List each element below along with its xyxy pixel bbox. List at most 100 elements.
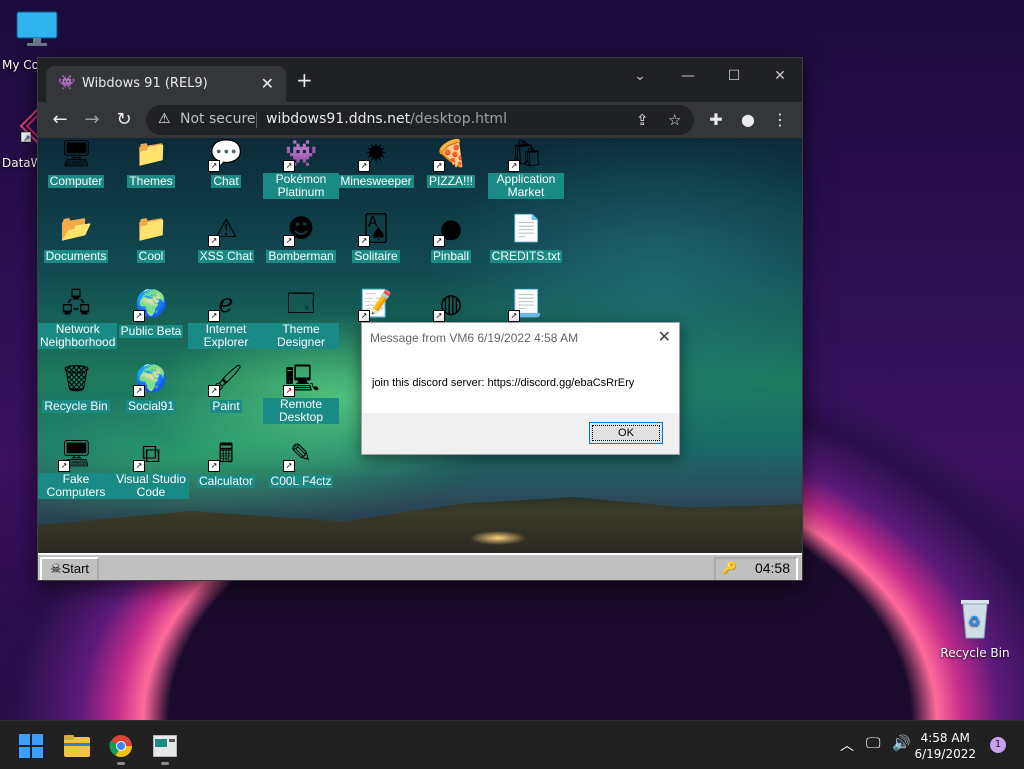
desktop-icon[interactable]: 🖧 Network Neighborhood [38,288,118,350]
shortcut-arrow-icon: ↗ [283,385,295,397]
notification-badge[interactable]: 1 [990,737,1006,753]
shortcut-arrow-icon: ↗ [133,310,145,322]
warning-triangle-icon[interactable]: ⚠ [158,111,171,127]
shortcut-arrow-icon: ↗ [133,460,145,472]
forward-icon[interactable]: → [80,108,104,132]
folder-icon: 📁 [135,139,168,169]
desktop-icon[interactable]: 🌍 ↗ Public Beta [113,288,189,339]
desktop-icon[interactable]: ✹ ↗ Minesweeper [338,138,414,189]
desktop-icon-label: Pinball [430,249,472,263]
paint-icon: 🖌 ↗ [208,364,244,397]
shortcut-arrow-icon: ↗ [433,310,445,322]
ok-button[interactable]: OK [589,422,663,444]
close-window-icon[interactable]: ✕ [760,62,800,90]
recycle-bin-icon: ♻ [961,600,989,639]
desktop-icon-label: Public Beta [118,324,184,338]
desktop-icon[interactable]: 🛍 ↗ Application Market [488,138,564,200]
shortcut-arrow-icon: ↗ [433,160,445,172]
chrome-icon[interactable] [104,729,138,765]
security-status[interactable]: Not secure [180,111,256,127]
desktop-icon[interactable]: 🌍 ↗ Social91 [113,363,189,414]
desktop-icon[interactable]: ℯ ↗ Internet Explorer [188,288,264,350]
desktop-icon[interactable]: 👾 ↗ Pokémon Platinum [263,138,339,200]
text-file-icon: 📄 [510,214,543,244]
desktop-icon[interactable]: ⚠ ↗ XSS Chat [188,213,264,264]
desktop-icon-label: Recycle Bin [42,399,110,413]
url-text[interactable]: wibdows91.ddns.net/desktop.html [266,111,507,127]
desktop-icon[interactable]: 📂 Documents [38,213,114,264]
shortcut-arrow-icon: ↗ [208,235,220,247]
desktop-icon[interactable]: 🖩 ↗ Calculator [188,438,264,489]
profile-avatar-icon[interactable]: ● [736,108,760,132]
shortcut-arrow-icon: ↗ [358,235,370,247]
start-button[interactable]: ☠Start [40,557,99,580]
desktop-icon[interactable]: 📃 ↗ [488,288,564,322]
desktop-icon-label: Social91 [125,399,177,413]
desktop-icon-label: Computer [47,174,105,188]
desktop-icon[interactable]: ● ↗ Pinball [413,213,489,264]
desktop-icon[interactable]: 🖌 ↗ Paint [188,363,264,414]
desktop-icon[interactable]: 🖥 ↗ Fake Computers [38,438,114,500]
menu-kebab-icon[interactable]: ⋮ [768,108,792,132]
dialog-title: Message from VM6 6/19/2022 4:58 AM [370,331,579,345]
desktop-icon[interactable]: 📄 CREDITS.txt [488,213,564,264]
desktop-icon-label: Theme Designer [263,323,339,349]
new-tab-icon[interactable]: + [296,68,313,92]
bookmark-star-icon[interactable]: ☆ [668,111,681,129]
browser-tab[interactable]: 👾 Wibdows 91 (REL9) ✕ [46,66,286,102]
desktop-icon[interactable]: 🍕 ↗ PIZZA!!! [413,138,489,189]
address-bar[interactable]: ⚠ Not secure wibdows91.ddns.net/desktop.… [146,105,694,135]
desktop-icon[interactable]: 🖳 ↗ Remote Desktop [263,363,339,425]
notepad-icon: 📝 ↗ [358,289,393,322]
share-icon[interactable]: ⇪ [636,111,649,129]
extensions-puzzle-icon[interactable]: ✚ [704,108,728,132]
desktop-icon[interactable]: ⧉ ↗ Visual Studio Code [113,438,189,500]
vscode-icon: ⧉ ↗ [133,438,167,472]
close-icon[interactable]: ✕ [658,327,671,347]
shortcut-arrow-icon: ↗ [358,310,370,322]
back-icon[interactable]: ← [48,108,72,132]
browser-window: 👾 Wibdows 91 (REL9) ✕ + ⌄ — ☐ ✕ ← → ↻ ⚠ … [37,57,803,581]
host-icon-my-computer[interactable]: My Co [2,10,72,72]
network-icon[interactable]: 🖵 [866,734,880,752]
minimize-icon[interactable]: — [668,62,708,90]
desktop-icon-label: Network Neighborhood [38,322,118,349]
shortcut-arrow-icon: ↗ [358,160,370,172]
pencil-icon: ✎ ↗ [283,438,317,472]
tab-close-icon[interactable]: ✕ [261,74,274,93]
windows-start-icon[interactable] [14,729,48,763]
desktop-icon[interactable]: ◍ ↗ [413,288,489,322]
desktop-icon[interactable]: 🗑 Recycle Bin [38,363,114,414]
desktop-icon[interactable]: 🂡 ↗ Solitaire [338,213,414,264]
desktop-icon[interactable]: 📁 Themes [113,138,189,189]
shortcut-arrow-icon: ↗ [508,310,520,322]
file-explorer-icon[interactable] [60,729,94,763]
system-clock[interactable]: 4:58 AM 6/19/2022 [914,730,976,762]
maximize-icon[interactable]: ☐ [714,62,754,90]
shortcut-arrow-icon: ↗ [433,235,445,247]
key-icon[interactable]: 🔑 [722,559,737,578]
host-icon-recycle-bin[interactable]: ♻ Recycle Bin [940,596,1010,660]
desktop-icon[interactable]: 💬 ↗ Chat [188,138,264,189]
volume-icon[interactable]: 🔊 [892,734,911,752]
shortcut-arrow-icon: ↗ [208,460,220,472]
desktop-icon[interactable]: 📁 Cool [113,213,189,264]
desktop-icon-label: Fake Computers [38,473,114,499]
desktop-icon[interactable]: ✎ ↗ C00L F4ctz [263,438,339,489]
host-icon-label: My Co [2,58,39,72]
desktop-icon[interactable]: 🗔 Theme Designer [263,288,339,350]
open-folder-icon: 📂 [60,214,93,244]
chevron-up-icon[interactable]: ︿ [840,735,854,755]
dialog-footer: OK [362,413,679,454]
folder-icon: 📁 [135,214,168,244]
desktop-icon[interactable]: ☻ ↗ Bomberman [263,213,339,264]
reload-icon[interactable]: ↻ [112,108,136,132]
shortcut-arrow-icon: ↗ [58,460,70,472]
desktop-icon-label: Documents [43,249,109,263]
desktop-icon-label: PIZZA!!! [426,174,475,188]
tab-search-icon[interactable]: ⌄ [620,62,660,90]
globe-icon: 🌍 ↗ [133,289,168,322]
app-window-icon[interactable] [148,729,182,765]
card-icon: 🂡 ↗ [358,213,392,247]
desktop-icon[interactable]: 🖥 Computer [38,138,114,189]
